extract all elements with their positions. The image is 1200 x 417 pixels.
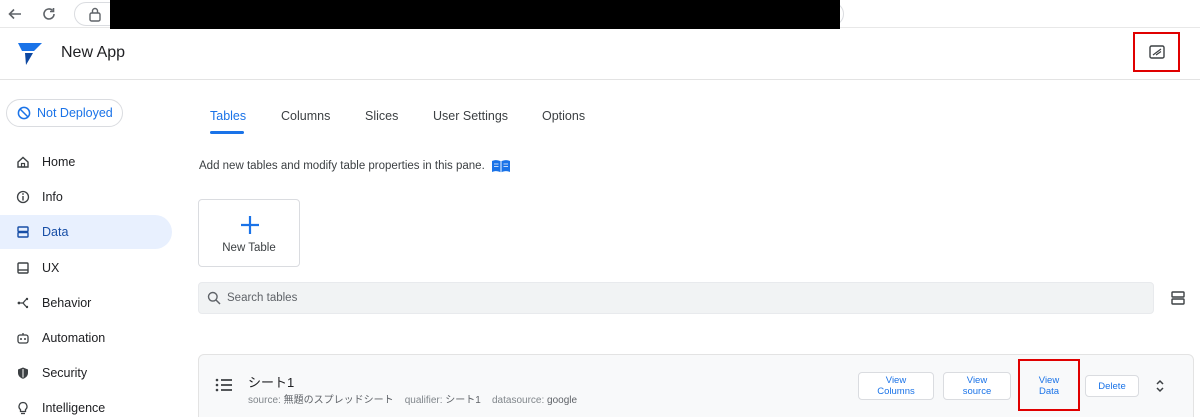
app-title: New App (61, 44, 126, 61)
pane-hint: Add new tables and modify table properti… (199, 159, 511, 173)
table-meta: source: 無題のスプレッドシート qualifier: シート1 data… (248, 391, 577, 406)
sidebar-item-data[interactable]: Data (0, 215, 172, 249)
sidebar-item-label: Intelligence (42, 401, 106, 415)
source-label: source: (248, 395, 281, 406)
sidebar-item-info[interactable]: Info (0, 180, 172, 214)
redacted-url (110, 0, 840, 29)
new-table-label: New Table (222, 242, 276, 254)
book-icon[interactable] (491, 159, 511, 173)
search-icon (207, 291, 221, 305)
sidebar-item-label: Home (42, 155, 76, 169)
search-tables-input[interactable] (227, 292, 1027, 304)
plus-icon (241, 216, 259, 234)
view-columns-button[interactable]: View Columns (858, 372, 934, 400)
data-icon (17, 226, 29, 238)
app-header: New App (0, 29, 1200, 80)
qualifier-value: シート1 (445, 395, 481, 406)
info-icon (16, 190, 30, 204)
pane-hint-text: Add new tables and modify table properti… (199, 160, 485, 172)
automation-icon (17, 333, 29, 344)
home-icon (17, 156, 29, 168)
button-label-line: Columns (877, 386, 915, 397)
deploy-status-label: Not Deployed (37, 106, 113, 120)
view-toggle-icon[interactable] (1170, 290, 1186, 306)
not-deployed-icon (17, 106, 31, 120)
tab-columns[interactable]: Columns (281, 109, 330, 123)
new-table-button[interactable]: New Table (198, 199, 300, 267)
sidebar-item-label: Security (42, 366, 88, 380)
sidebar-item-label: Behavior (42, 296, 92, 310)
sidebar-item-behavior[interactable]: Behavior (0, 286, 172, 320)
datasource-label: datasource: (491, 395, 545, 406)
sidebar-item-automation[interactable]: Automation (0, 321, 172, 355)
tab-user-settings[interactable]: User Settings (433, 109, 508, 123)
behavior-icon (17, 297, 29, 309)
button-label-line: View (966, 375, 988, 386)
deploy-status-chip[interactable]: Not Deployed (6, 99, 123, 127)
back-arrow-icon[interactable] (4, 3, 26, 25)
view-source-button[interactable]: View source (943, 372, 1011, 400)
shield-icon (18, 367, 28, 379)
sidebar-item-label: UX (42, 261, 60, 275)
appsheet-logo-icon (18, 43, 42, 65)
button-label-line: View (885, 375, 907, 386)
preview-toggle-button[interactable] (1133, 32, 1180, 72)
sidebar-item-label: Data (42, 225, 69, 239)
tab-slices[interactable]: Slices (365, 109, 398, 123)
sidebar-item-intelligence[interactable]: Intelligence (0, 391, 172, 417)
ux-icon (17, 262, 29, 274)
active-tab-indicator (210, 131, 244, 134)
table-card[interactable]: シート1 source: 無題のスプレッドシート qualifier: シート1… (198, 354, 1194, 417)
tab-tables[interactable]: Tables (210, 109, 246, 123)
source-value: 無題のスプレッドシート (283, 395, 394, 406)
sidebar-item-security[interactable]: Security (0, 356, 172, 390)
reload-icon[interactable] (38, 3, 60, 25)
bulb-icon (18, 401, 28, 415)
table-name: シート1 (248, 375, 295, 390)
sidebar-item-ux[interactable]: UX (0, 251, 172, 285)
datasource-value: google (547, 395, 578, 406)
tab-options[interactable]: Options (542, 109, 585, 123)
qualifier-label: qualifier: (404, 395, 443, 406)
sidebar-item-home[interactable]: Home (0, 145, 172, 179)
list-icon (215, 378, 232, 392)
expand-collapse-icon[interactable] (1154, 378, 1166, 394)
lock-icon (89, 7, 101, 22)
sidebar-item-label: Automation (42, 331, 106, 345)
button-label-line: source (962, 386, 992, 397)
preview-toggle-icon (1148, 45, 1165, 59)
browser-toolbar (0, 0, 1200, 29)
search-tables-box[interactable] (198, 282, 1154, 314)
delete-button[interactable]: Delete (1085, 375, 1139, 397)
highlight-box (1018, 359, 1080, 411)
sidebar-item-label: Info (42, 190, 63, 204)
